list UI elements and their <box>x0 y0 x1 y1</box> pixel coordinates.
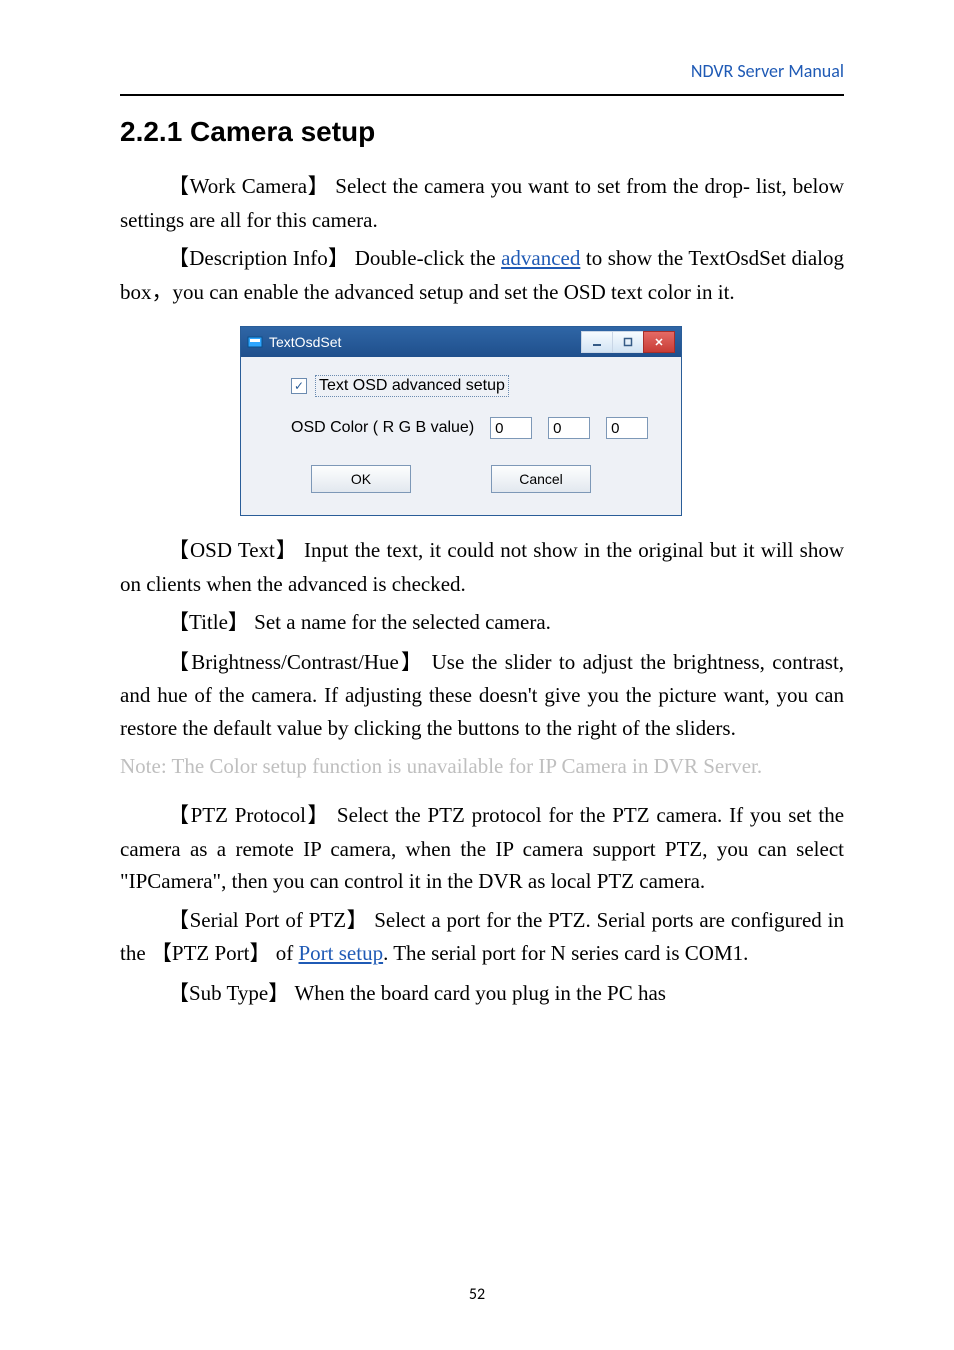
text-desc-1: Double-click the <box>355 246 501 270</box>
text-serial-2: of <box>271 941 299 965</box>
label-work-camera: Work Camera <box>190 174 307 198</box>
label-bch: Brightness/Contrast/Hue <box>191 650 399 674</box>
label-description-info: Description Info <box>189 246 327 270</box>
para-osd-text: 【OSD Text】 Input the text, it could not … <box>120 534 844 600</box>
bracket-close: 】 <box>346 909 368 932</box>
ok-button[interactable]: OK <box>311 465 411 493</box>
text-serial-3: . The serial port for N series card is C… <box>383 941 748 965</box>
link-advanced[interactable]: advanced <box>501 246 580 270</box>
para-title: 【Title】 Set a name for the selected came… <box>120 606 844 640</box>
text-title: Set a name for the selected camera. <box>254 610 551 634</box>
label-osd-text: OSD Text <box>190 538 275 562</box>
r-input[interactable] <box>490 417 532 439</box>
bracket-open: 【 <box>151 942 172 965</box>
bracket-close: 】 <box>250 942 271 965</box>
maximize-button[interactable] <box>612 331 644 353</box>
bracket-close: 】 <box>275 539 298 562</box>
bracket-open: 【 <box>168 611 189 634</box>
b-input[interactable] <box>606 417 648 439</box>
section-heading: 2.2.1 Camera setup <box>120 116 844 148</box>
minimize-button[interactable] <box>581 331 613 353</box>
para-work-camera: 【Work Camera】 Select the camera you want… <box>120 170 844 236</box>
para-description-info: 【Description Info】 Double-click the adva… <box>120 242 844 308</box>
app-icon <box>247 334 263 350</box>
ok-label: OK <box>351 471 371 487</box>
g-input[interactable] <box>548 417 590 439</box>
label-serial-port: Serial Port of PTZ <box>190 908 346 932</box>
bracket-close: 】 <box>228 611 249 634</box>
rgb-row: OSD Color ( R G B value) <box>291 417 651 439</box>
label-ptz-port: PTZ Port <box>172 941 250 965</box>
bracket-open: 【 <box>168 539 190 562</box>
header-link[interactable]: NDVR Server Manual <box>691 60 844 82</box>
para-bch: 【Brightness/Contrast/Hue】 Use the slider… <box>120 646 844 745</box>
cancel-button[interactable]: Cancel <box>491 465 591 493</box>
dialog-title: TextOsdSet <box>269 334 582 350</box>
bracket-open: 【 <box>168 909 190 932</box>
bracket-open: 【 <box>168 651 191 674</box>
close-button[interactable]: ✕ <box>643 331 675 353</box>
para-sub-type: 【Sub Type】 When the board card you plug … <box>120 977 844 1011</box>
bracket-open: 【 <box>168 982 189 1005</box>
note-color: Note: The Color setup function is unavai… <box>120 750 844 783</box>
advanced-checkbox-label: Text OSD advanced setup <box>315 375 509 397</box>
advanced-checkbox[interactable] <box>291 378 307 394</box>
link-port-setup[interactable]: Port setup <box>299 941 384 965</box>
label-title: Title <box>189 610 228 634</box>
bracket-close: 】 <box>399 651 424 674</box>
bracket-open: 【 <box>168 175 190 198</box>
bracket-close: 】 <box>307 175 329 198</box>
dialog-titlebar[interactable]: TextOsdSet ✕ <box>241 327 681 357</box>
label-sub-type: Sub Type <box>189 981 268 1005</box>
bracket-open: 【 <box>168 804 191 827</box>
header-link-text: NDVR Server Manual <box>691 60 844 82</box>
para-serial-port: 【Serial Port of PTZ】 Select a port for t… <box>120 904 844 971</box>
header-rule <box>120 94 844 96</box>
cancel-label: Cancel <box>519 471 563 487</box>
bracket-close: 】 <box>328 247 350 270</box>
label-ptz-protocol: PTZ Protocol <box>191 803 306 827</box>
para-ptz-protocol: 【PTZ Protocol】 Select the PTZ protocol f… <box>120 799 844 898</box>
rgb-label: OSD Color ( R G B value) <box>291 419 474 437</box>
checkbox-row: Text OSD advanced setup <box>291 375 651 397</box>
bracket-close: 】 <box>268 982 289 1005</box>
bracket-close: 】 <box>306 804 330 827</box>
bracket-open: 【 <box>168 247 189 270</box>
page-number: 52 <box>0 1285 954 1304</box>
text-sub-type: When the board card you plug in the PC h… <box>294 981 666 1005</box>
textosdset-dialog: TextOsdSet ✕ Text OSD advanced setup OSD… <box>240 326 682 516</box>
